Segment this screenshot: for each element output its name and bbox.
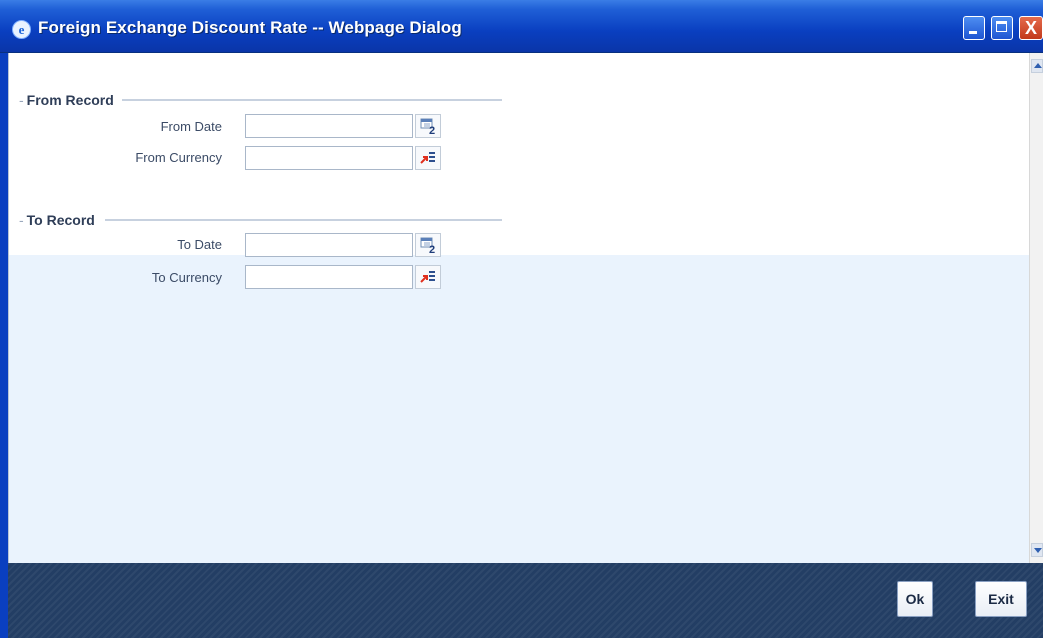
- window-left-border: [0, 53, 8, 638]
- from-currency-input[interactable]: [245, 146, 413, 170]
- lower-panel: [9, 255, 1030, 563]
- vertical-scrollbar[interactable]: [1029, 53, 1043, 563]
- from-date-input[interactable]: [245, 114, 413, 138]
- from-date-calendar-button[interactable]: 2: [415, 114, 441, 138]
- from-currency-lov-button[interactable]: [415, 146, 441, 170]
- to-currency-label: To Currency: [151, 270, 222, 285]
- to-date-label: To Date: [177, 237, 222, 252]
- from-record-divider: [122, 99, 502, 101]
- minimize-icon[interactable]: [963, 16, 985, 40]
- to-record-heading: To Record: [19, 212, 95, 228]
- from-record-heading: From Record: [19, 92, 114, 108]
- maximize-icon[interactable]: [991, 16, 1013, 40]
- internet-explorer-icon: e: [12, 20, 31, 39]
- from-currency-label: From Currency: [135, 150, 222, 165]
- svg-text:2: 2: [429, 125, 435, 137]
- calendar-icon: 2: [420, 237, 435, 256]
- close-icon[interactable]: X: [1019, 16, 1043, 40]
- list-of-values-icon: [420, 271, 435, 283]
- from-date-label: From Date: [160, 119, 222, 134]
- dialog-footer: [8, 563, 1043, 638]
- scroll-up-arrow-icon[interactable]: [1031, 59, 1043, 73]
- to-record-divider: [105, 219, 502, 221]
- list-of-values-icon: [420, 152, 435, 164]
- to-currency-input[interactable]: [245, 265, 413, 289]
- ok-button[interactable]: Ok: [897, 581, 933, 617]
- calendar-icon: 2: [420, 118, 435, 137]
- to-date-input[interactable]: [245, 233, 413, 257]
- scroll-down-arrow-icon[interactable]: [1031, 543, 1043, 557]
- window-title: Foreign Exchange Discount Rate -- Webpag…: [38, 18, 462, 37]
- svg-text:2: 2: [429, 244, 435, 256]
- to-date-calendar-button[interactable]: 2: [415, 233, 441, 257]
- to-currency-lov-button[interactable]: [415, 265, 441, 289]
- dialog-content: From Record From Date 2 From Currency To…: [8, 53, 1030, 563]
- window-titlebar[interactable]: e Foreign Exchange Discount Rate -- Webp…: [0, 0, 1043, 53]
- exit-button[interactable]: Exit: [975, 581, 1027, 617]
